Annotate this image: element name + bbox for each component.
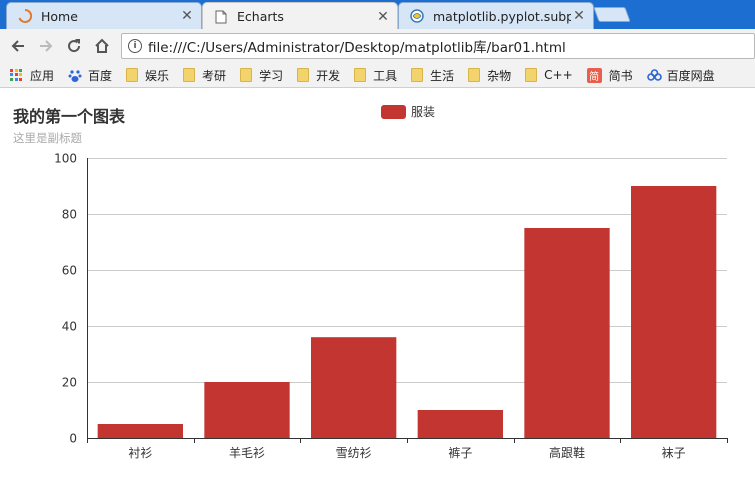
tab-title: Echarts <box>237 9 284 24</box>
folder-icon <box>183 68 196 82</box>
bookmark-label: 简书 <box>608 68 633 83</box>
bookmark-folder[interactable]: 杂物 <box>468 67 511 84</box>
bookmark-folder[interactable]: 考研 <box>183 67 226 84</box>
bookmark-folder[interactable]: 生活 <box>411 67 454 84</box>
y-tick-label: 80 <box>62 208 77 222</box>
x-tick-label: 羊毛衫 <box>229 445 265 460</box>
x-tick-label: 袜子 <box>662 446 686 460</box>
y-tick-label: 60 <box>62 264 77 278</box>
bookmark-baidu-netdisk[interactable]: 百度网盘 <box>646 67 715 84</box>
x-tick-label: 衬衫 <box>128 446 152 460</box>
close-tab-icon[interactable]: ✕ <box>179 8 195 24</box>
x-tick-label: 高跟鞋 <box>549 445 585 460</box>
bar[interactable] <box>311 337 397 438</box>
bar[interactable] <box>97 424 183 438</box>
bookmark-label: 应用 <box>30 68 55 83</box>
folder-icon <box>354 68 367 82</box>
bar[interactable] <box>417 410 503 438</box>
tab-matplotlib[interactable]: matplotlib.pyplot.subp ✕ <box>398 2 594 29</box>
y-tick-label: 100 <box>54 152 77 166</box>
y-tick-label: 0 <box>69 432 77 446</box>
address-bar[interactable]: i file:///C:/Users/Administrator/Desktop… <box>121 33 755 59</box>
bar-chart: 0 20 40 60 80 100 衬衫 羊毛衫 雪纺衫 裤子 高跟鞋 袜子 <box>54 152 728 460</box>
bookmark-label: 考研 <box>202 68 227 83</box>
bookmark-label: C++ <box>544 68 573 82</box>
jianshu-icon: 简 <box>586 67 602 83</box>
close-tab-icon[interactable]: ✕ <box>375 9 391 25</box>
browser-toolbar: i file:///C:/Users/Administrator/Desktop… <box>0 29 755 63</box>
home-button[interactable] <box>92 36 112 56</box>
bar[interactable] <box>524 228 610 438</box>
reload-button[interactable] <box>64 36 84 56</box>
tab-title: matplotlib.pyplot.subp <box>433 8 571 24</box>
apps-grid-icon <box>10 68 23 82</box>
bookmark-label: 工具 <box>373 68 398 83</box>
python-icon <box>409 8 425 24</box>
folder-icon <box>468 68 481 82</box>
bookmark-folder[interactable]: C++ <box>525 68 573 82</box>
baidu-netdisk-icon <box>646 68 662 82</box>
bar[interactable] <box>204 382 290 438</box>
y-tick-label: 20 <box>62 376 77 390</box>
bookmark-folder[interactable]: 开发 <box>297 67 340 84</box>
page-icon <box>213 9 229 25</box>
bookmark-label: 百度 <box>88 68 113 83</box>
folder-icon <box>126 68 139 82</box>
forward-button[interactable] <box>36 36 56 56</box>
chart-area: 我的第一个图表 这里是副标题 服装 0 20 40 60 80 100 衬衫 羊毛衫 雪纺衫 裤子… <box>0 89 755 493</box>
tab-title: Home <box>41 8 78 24</box>
y-tick-label: 40 <box>62 320 77 334</box>
bookmark-label: 娱乐 <box>145 68 170 83</box>
bookmark-baidu[interactable]: 百度 <box>68 67 112 84</box>
bookmark-label: 开发 <box>316 68 341 83</box>
x-tick-label: 雪纺衫 <box>336 446 372 460</box>
x-tick-label: 裤子 <box>448 446 472 460</box>
info-icon[interactable]: i <box>128 39 142 53</box>
address-text: file:///C:/Users/Administrator/Desktop/m… <box>148 40 566 56</box>
bookmark-apps[interactable]: 应用 <box>10 67 54 84</box>
tab-echarts[interactable]: Echarts ✕ <box>202 2 398 30</box>
bookmark-jianshu[interactable]: 简 简书 <box>586 67 633 84</box>
folder-icon <box>411 68 424 82</box>
bookmark-label: 杂物 <box>487 68 512 83</box>
bookmark-folder[interactable]: 娱乐 <box>126 67 169 84</box>
close-tab-icon[interactable]: ✕ <box>571 8 587 24</box>
tab-strip: Home ✕ Echarts ✕ matplotlib.pyplot.subp … <box>0 0 755 30</box>
new-tab-button[interactable] <box>593 7 631 22</box>
loading-spinner-icon <box>17 8 33 24</box>
tab-home[interactable]: Home ✕ <box>6 2 202 29</box>
bookmark-label: 百度网盘 <box>666 68 715 83</box>
bookmarks-bar: 应用 百度 娱乐 考研 学习 开发 工具 生活 杂物 C++ 简 简书 百度网盘 <box>0 63 755 88</box>
bookmark-folder[interactable]: 工具 <box>354 67 397 84</box>
bookmark-folder[interactable]: 学习 <box>240 67 283 84</box>
bookmark-label: 学习 <box>259 68 284 83</box>
bar[interactable] <box>631 186 717 438</box>
folder-icon <box>240 68 253 82</box>
folder-icon <box>297 68 310 82</box>
bookmark-label: 生活 <box>430 68 455 83</box>
back-button[interactable] <box>8 36 28 56</box>
folder-icon <box>525 68 538 82</box>
baidu-paw-icon <box>68 69 82 82</box>
